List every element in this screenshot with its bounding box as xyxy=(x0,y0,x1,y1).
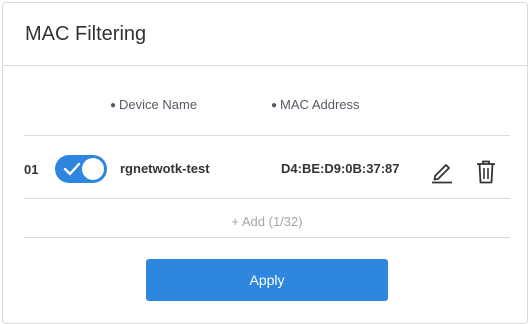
mac-filtering-card: MAC Filtering ● Device Name ● MAC Address … xyxy=(2,2,528,324)
toggle-knob xyxy=(82,158,104,180)
row-index: 01 xyxy=(24,162,39,177)
bullet-icon: ● xyxy=(271,100,278,111)
column-header-mac-address: ● MAC Address xyxy=(271,97,360,112)
column-header-device-name: ● Device Name xyxy=(110,97,197,112)
column-label: Device Name xyxy=(119,97,198,112)
column-label: MAC Address xyxy=(280,97,360,112)
enable-toggle[interactable] xyxy=(55,155,107,183)
mac-address: D4:BE:D9:0B:37:87 xyxy=(281,161,400,176)
divider xyxy=(24,198,510,199)
apply-button[interactable]: Apply xyxy=(146,259,388,301)
bullet-icon: ● xyxy=(110,100,117,111)
card-header: MAC Filtering xyxy=(3,3,527,66)
check-icon xyxy=(63,162,81,176)
trash-icon[interactable] xyxy=(475,159,497,185)
divider xyxy=(24,135,510,136)
card-title: MAC Filtering xyxy=(25,22,147,45)
divider xyxy=(24,237,510,238)
pencil-icon[interactable] xyxy=(431,160,453,184)
add-device-button[interactable]: + Add (1/32) xyxy=(24,202,510,240)
device-name: rgnetwotk-test xyxy=(120,161,210,176)
